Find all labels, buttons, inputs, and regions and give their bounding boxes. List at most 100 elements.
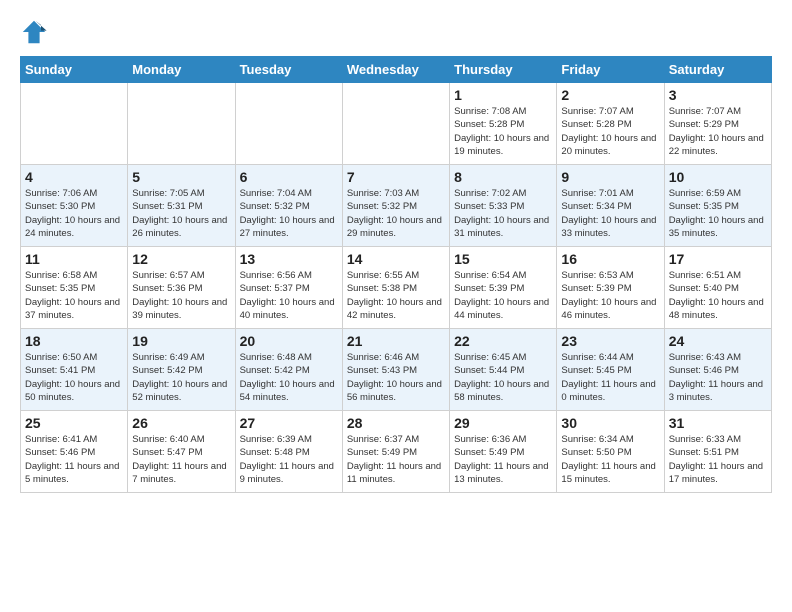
day-info: Sunrise: 6:34 AMSunset: 5:50 PMDaylight:… bbox=[561, 433, 659, 486]
calendar-cell: 7 Sunrise: 7:03 AMSunset: 5:32 PMDaylight… bbox=[342, 165, 449, 247]
calendar-cell: 17 Sunrise: 6:51 AMSunset: 5:40 PMDayligh… bbox=[664, 247, 771, 329]
calendar-cell: 6 Sunrise: 7:04 AMSunset: 5:32 PMDaylight… bbox=[235, 165, 342, 247]
calendar-cell: 2Sunrise: 7:07 AMSunset: 5:28 PMDaylight… bbox=[557, 83, 664, 165]
day-number: 30 bbox=[561, 415, 659, 431]
calendar-cell: 25 Sunrise: 6:41 AMSunset: 5:46 PMDayligh… bbox=[21, 411, 128, 493]
day-number: 13 bbox=[240, 251, 338, 267]
day-info: Sunrise: 7:03 AMSunset: 5:32 PMDaylight:… bbox=[347, 187, 445, 240]
day-number: 28 bbox=[347, 415, 445, 431]
weekday-header-wednesday: Wednesday bbox=[342, 57, 449, 83]
calendar-cell: 5Sunrise: 7:05 AMSunset: 5:31 PMDaylight… bbox=[128, 165, 235, 247]
calendar-cell: 19Sunrise: 6:49 AMSunset: 5:42 PMDayligh… bbox=[128, 329, 235, 411]
day-info: Sunrise: 6:40 AMSunset: 5:47 PMDaylight:… bbox=[132, 433, 230, 486]
calendar-cell: 10 Sunrise: 6:59 AMSunset: 5:35 PMDayligh… bbox=[664, 165, 771, 247]
day-info: Sunrise: 6:51 AMSunset: 5:40 PMDaylight:… bbox=[669, 269, 767, 322]
calendar-cell: 26 Sunrise: 6:40 AMSunset: 5:47 PMDayligh… bbox=[128, 411, 235, 493]
day-number: 22 bbox=[454, 333, 552, 349]
day-number: 27 bbox=[240, 415, 338, 431]
day-info: Sunrise: 7:08 AMSunset: 5:28 PMDaylight:… bbox=[454, 105, 552, 158]
day-info: Sunrise: 6:50 AMSunset: 5:41 PMDaylight:… bbox=[25, 351, 123, 404]
day-number: 9 bbox=[561, 169, 659, 185]
day-info: Sunrise: 6:53 AMSunset: 5:39 PMDaylight:… bbox=[561, 269, 659, 322]
day-info: Sunrise: 6:55 AMSunset: 5:38 PMDaylight:… bbox=[347, 269, 445, 322]
calendar-cell: 24 Sunrise: 6:43 AMSunset: 5:46 PMDayligh… bbox=[664, 329, 771, 411]
day-info: Sunrise: 6:44 AMSunset: 5:45 PMDaylight:… bbox=[561, 351, 659, 404]
weekday-header-monday: Monday bbox=[128, 57, 235, 83]
day-number: 20 bbox=[240, 333, 338, 349]
day-number: 16 bbox=[561, 251, 659, 267]
calendar-cell: 13Sunrise: 6:56 AMSunset: 5:37 PMDayligh… bbox=[235, 247, 342, 329]
calendar-cell bbox=[128, 83, 235, 165]
calendar-cell: 23 Sunrise: 6:44 AMSunset: 5:45 PMDayligh… bbox=[557, 329, 664, 411]
calendar-cell: 18 Sunrise: 6:50 AMSunset: 5:41 PMDayligh… bbox=[21, 329, 128, 411]
day-info: Sunrise: 6:41 AMSunset: 5:46 PMDaylight:… bbox=[25, 433, 123, 486]
calendar-cell: 3 Sunrise: 7:07 AMSunset: 5:29 PMDaylight… bbox=[664, 83, 771, 165]
day-number: 10 bbox=[669, 169, 767, 185]
weekday-header-friday: Friday bbox=[557, 57, 664, 83]
header bbox=[20, 18, 772, 46]
day-info: Sunrise: 7:01 AMSunset: 5:34 PMDaylight:… bbox=[561, 187, 659, 240]
calendar-cell: 12Sunrise: 6:57 AMSunset: 5:36 PMDayligh… bbox=[128, 247, 235, 329]
calendar-cell: 11 Sunrise: 6:58 AMSunset: 5:35 PMDayligh… bbox=[21, 247, 128, 329]
calendar-cell: 20 Sunrise: 6:48 AMSunset: 5:42 PMDayligh… bbox=[235, 329, 342, 411]
day-info: Sunrise: 6:54 AMSunset: 5:39 PMDaylight:… bbox=[454, 269, 552, 322]
week-row-5: 25 Sunrise: 6:41 AMSunset: 5:46 PMDayligh… bbox=[21, 411, 772, 493]
day-info: Sunrise: 6:33 AMSunset: 5:51 PMDaylight:… bbox=[669, 433, 767, 486]
calendar-cell: 9 Sunrise: 7:01 AMSunset: 5:34 PMDaylight… bbox=[557, 165, 664, 247]
day-number: 12 bbox=[132, 251, 230, 267]
day-info: Sunrise: 7:06 AMSunset: 5:30 PMDaylight:… bbox=[25, 187, 123, 240]
calendar-cell: 14 Sunrise: 6:55 AMSunset: 5:38 PMDayligh… bbox=[342, 247, 449, 329]
calendar-cell bbox=[21, 83, 128, 165]
day-number: 23 bbox=[561, 333, 659, 349]
day-number: 18 bbox=[25, 333, 123, 349]
day-info: Sunrise: 6:39 AMSunset: 5:48 PMDaylight:… bbox=[240, 433, 338, 486]
day-info: Sunrise: 6:46 AMSunset: 5:43 PMDaylight:… bbox=[347, 351, 445, 404]
day-number: 7 bbox=[347, 169, 445, 185]
day-number: 14 bbox=[347, 251, 445, 267]
day-info: Sunrise: 6:37 AMSunset: 5:49 PMDaylight:… bbox=[347, 433, 445, 486]
calendar-cell: 21 Sunrise: 6:46 AMSunset: 5:43 PMDayligh… bbox=[342, 329, 449, 411]
day-info: Sunrise: 7:07 AMSunset: 5:29 PMDaylight:… bbox=[669, 105, 767, 158]
page: SundayMondayTuesdayWednesdayThursdayFrid… bbox=[0, 0, 792, 503]
day-info: Sunrise: 7:04 AMSunset: 5:32 PMDaylight:… bbox=[240, 187, 338, 240]
calendar-table: SundayMondayTuesdayWednesdayThursdayFrid… bbox=[20, 56, 772, 493]
day-number: 25 bbox=[25, 415, 123, 431]
day-number: 15 bbox=[454, 251, 552, 267]
calendar-cell: 1 Sunrise: 7:08 AMSunset: 5:28 PMDaylight… bbox=[450, 83, 557, 165]
week-row-1: 1 Sunrise: 7:08 AMSunset: 5:28 PMDaylight… bbox=[21, 83, 772, 165]
weekday-header-row: SundayMondayTuesdayWednesdayThursdayFrid… bbox=[21, 57, 772, 83]
day-info: Sunrise: 6:59 AMSunset: 5:35 PMDaylight:… bbox=[669, 187, 767, 240]
calendar-cell: 16 Sunrise: 6:53 AMSunset: 5:39 PMDayligh… bbox=[557, 247, 664, 329]
day-info: Sunrise: 6:48 AMSunset: 5:42 PMDaylight:… bbox=[240, 351, 338, 404]
day-info: Sunrise: 6:45 AMSunset: 5:44 PMDaylight:… bbox=[454, 351, 552, 404]
day-info: Sunrise: 6:49 AMSunset: 5:42 PMDaylight:… bbox=[132, 351, 230, 404]
day-number: 21 bbox=[347, 333, 445, 349]
day-info: Sunrise: 6:58 AMSunset: 5:35 PMDaylight:… bbox=[25, 269, 123, 322]
day-number: 11 bbox=[25, 251, 123, 267]
day-number: 4 bbox=[25, 169, 123, 185]
day-number: 26 bbox=[132, 415, 230, 431]
day-info: Sunrise: 7:02 AMSunset: 5:33 PMDaylight:… bbox=[454, 187, 552, 240]
calendar-cell: 29Sunrise: 6:36 AMSunset: 5:49 PMDayligh… bbox=[450, 411, 557, 493]
day-number: 8 bbox=[454, 169, 552, 185]
calendar-cell bbox=[235, 83, 342, 165]
day-info: Sunrise: 6:36 AMSunset: 5:49 PMDaylight:… bbox=[454, 433, 552, 486]
day-number: 1 bbox=[454, 87, 552, 103]
day-info: Sunrise: 6:43 AMSunset: 5:46 PMDaylight:… bbox=[669, 351, 767, 404]
logo-icon bbox=[20, 18, 48, 46]
calendar-cell: 22 Sunrise: 6:45 AMSunset: 5:44 PMDayligh… bbox=[450, 329, 557, 411]
weekday-header-thursday: Thursday bbox=[450, 57, 557, 83]
calendar-cell: 4 Sunrise: 7:06 AMSunset: 5:30 PMDaylight… bbox=[21, 165, 128, 247]
day-number: 31 bbox=[669, 415, 767, 431]
day-number: 5 bbox=[132, 169, 230, 185]
day-number: 2 bbox=[561, 87, 659, 103]
day-number: 6 bbox=[240, 169, 338, 185]
weekday-header-sunday: Sunday bbox=[21, 57, 128, 83]
calendar-cell: 15 Sunrise: 6:54 AMSunset: 5:39 PMDayligh… bbox=[450, 247, 557, 329]
week-row-2: 4 Sunrise: 7:06 AMSunset: 5:30 PMDaylight… bbox=[21, 165, 772, 247]
calendar-cell: 30 Sunrise: 6:34 AMSunset: 5:50 PMDayligh… bbox=[557, 411, 664, 493]
day-number: 3 bbox=[669, 87, 767, 103]
day-number: 24 bbox=[669, 333, 767, 349]
calendar-cell: 27 Sunrise: 6:39 AMSunset: 5:48 PMDayligh… bbox=[235, 411, 342, 493]
day-number: 17 bbox=[669, 251, 767, 267]
